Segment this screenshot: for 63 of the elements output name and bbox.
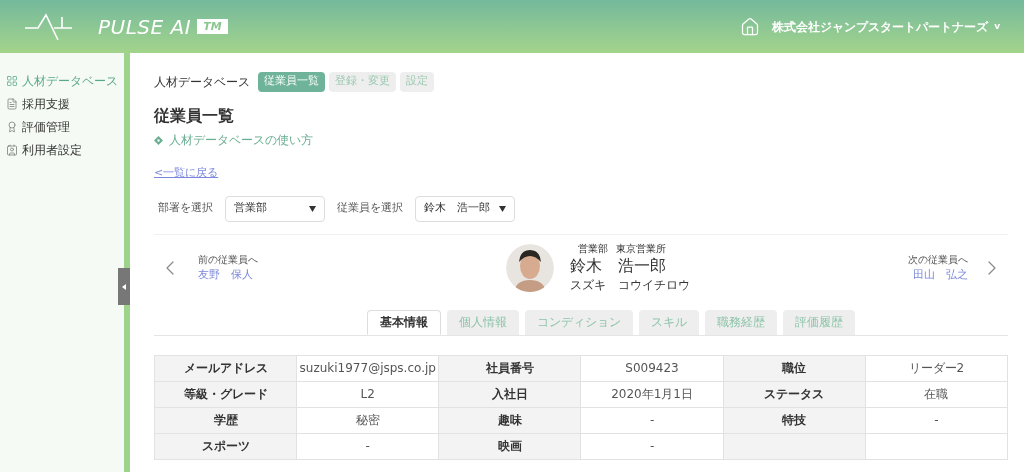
select-field[interactable]: 営業部 (225, 195, 325, 222)
sub-tab[interactable]: 従業員一覧 (258, 71, 325, 92)
back-link[interactable]: <一覧に戻る (154, 165, 219, 182)
table-cell: - (296, 433, 439, 459)
trademark-badge: TM (197, 19, 228, 34)
previous-button[interactable]: 前の従業員へ 友野 保人 (158, 251, 258, 284)
document-icon (6, 97, 18, 110)
header-cell: 社員番号 (438, 355, 581, 381)
header-cell: 特技 (723, 407, 866, 433)
breadcrumb-label: 人材データベース (154, 73, 250, 91)
logo-icon (24, 11, 74, 42)
table-cell: L2 (296, 381, 439, 407)
table-cell: 在職 (865, 381, 1008, 407)
dropdown-arrow-icon (309, 205, 316, 212)
table-cell: 秘密 (296, 407, 439, 433)
help-icon (154, 135, 163, 145)
company-menu[interactable]: 株式会社ジャンプスタートパートナーズ v (772, 17, 1000, 36)
department-text: 営業部 (578, 242, 608, 256)
employee-kana: スズキ コウイチロウ (570, 277, 690, 294)
grid-icon (6, 74, 18, 87)
header-cell: スポーツ (154, 433, 297, 459)
header-cell: 入社日 (438, 381, 581, 407)
triangle-left-icon (122, 283, 126, 290)
tab[interactable]: 基本情報 (367, 309, 441, 335)
tab[interactable]: 評価履歴 (783, 309, 855, 335)
table-cell: - (865, 407, 1008, 433)
filter-label: 部署を選択 (158, 200, 213, 217)
sidebar-item[interactable]: 採用支援 (0, 92, 124, 115)
tab[interactable]: コンディション (525, 309, 633, 335)
header-cell: ステータス (723, 381, 866, 407)
employee-name: 鈴木 浩一郎 (570, 256, 666, 276)
tab[interactable]: 職務経歴 (705, 309, 777, 335)
next-button[interactable]: 次の従業員へ 田山 弘之 (908, 251, 1004, 284)
award-icon (6, 120, 18, 133)
tab[interactable]: 個人情報 (447, 309, 519, 335)
office-text: 東京営業所 (616, 242, 666, 256)
page-title: 従業員一覧 (154, 105, 235, 127)
header-cell: 趣味 (438, 407, 581, 433)
sidebar-item[interactable]: 利用者設定 (0, 138, 124, 161)
contact-card-icon (6, 143, 18, 156)
sub-tab[interactable]: 登録・変更 (329, 71, 396, 92)
table-cell: - (580, 407, 724, 433)
collapse-handle[interactable] (118, 268, 130, 305)
help-link[interactable]: 人材データベースの使い方 (154, 131, 313, 149)
filter-label: 従業員を選択 (337, 200, 403, 217)
table-cell: suzuki1977@jsps.co.jp (296, 355, 439, 381)
select-field[interactable]: 鈴木 浩一郎 (415, 195, 515, 222)
sidebar-item[interactable]: 人材データベース (0, 69, 124, 92)
header-cell: メールアドレス (154, 355, 297, 381)
table-cell: S009423 (580, 355, 724, 381)
home-icon[interactable] (740, 16, 761, 37)
header-cell: 等級・グレード (154, 381, 297, 407)
table-cell: 2020年1月1日 (580, 381, 724, 407)
table-cell: - (580, 433, 724, 459)
sub-tab[interactable]: 設定 (400, 71, 434, 92)
brand-name: PULSE AI (98, 13, 192, 41)
dropdown-arrow-icon (499, 205, 506, 212)
header-cell: 職位 (723, 355, 866, 381)
sidebar-item[interactable]: 評価管理 (0, 115, 124, 138)
header-cell: 学歴 (154, 407, 297, 433)
header-cell: 映画 (438, 433, 581, 459)
tab[interactable]: スキル (639, 309, 699, 335)
table-cell: リーダー2 (865, 355, 1008, 381)
